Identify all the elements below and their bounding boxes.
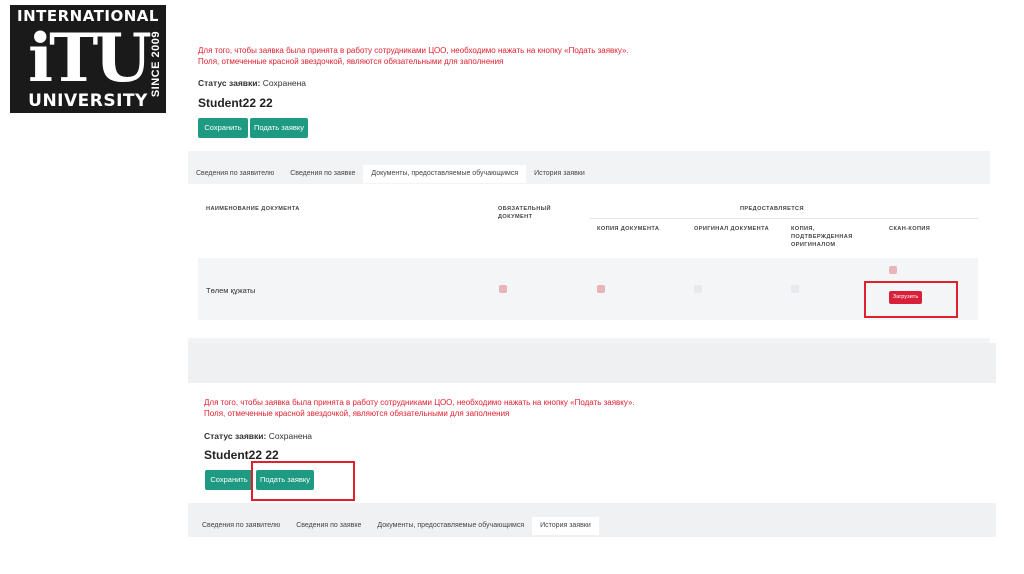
table-row (198, 258, 978, 320)
copy-checkbox[interactable] (597, 285, 605, 293)
save-button-bottom[interactable]: Сохранить (205, 470, 253, 490)
tab-documents-bottom[interactable]: Документы, предоставляемые обучающимся (369, 517, 532, 535)
university-logo: INTERNATIONAL iTU SINCE 2009 UNIVERSITY (10, 5, 166, 113)
logo-bottom-text: UNIVERSITY (28, 91, 148, 111)
tab-bar: Сведения по заявителю Сведения по заявке… (188, 165, 593, 183)
notice-line-2-bottom: Поля, отмеченные красной звездочкой, явл… (204, 409, 510, 418)
status-line: Статус заявки: Сохранена (198, 78, 306, 88)
header-copy: КОПИЯ ДОКУМЕНТА (597, 226, 660, 232)
notice-text-bottom: Для того, чтобы заявка была принята в ра… (204, 397, 635, 419)
certified-checkbox[interactable] (791, 285, 799, 293)
notice-line-2: Поля, отмеченные красной звездочкой, явл… (198, 57, 504, 66)
logo-since-text: SINCE 2009 (150, 31, 162, 98)
status-label-bottom: Статус заявки: (204, 431, 267, 441)
header-original: ОРИГИНАЛ ДОКУМЕНТА (694, 226, 770, 232)
submit-button[interactable]: Подать заявку (250, 118, 308, 138)
upload-highlight-frame (864, 281, 958, 318)
header-required: ОБЯЗАТЕЛЬНЫЙ ДОКУМЕНТ (498, 206, 551, 220)
notice-line-1-bottom: Для того, чтобы заявка была принята в ра… (204, 398, 635, 407)
tab-history[interactable]: История заявки (526, 165, 593, 183)
tab-bar-bottom: Сведения по заявителю Сведения по заявке… (194, 517, 599, 535)
header-certified-copy: КОПИЯ, ПОДТВЕРЖДЕННАЯ ОРИГИНАЛОМ (791, 226, 853, 248)
student-name: Student22 22 (198, 96, 273, 110)
save-button[interactable]: Сохранить (198, 118, 248, 138)
tab-application-info[interactable]: Сведения по заявке (282, 165, 363, 183)
student-name-bottom: Student22 22 (204, 448, 279, 462)
tab-applicant-info[interactable]: Сведения по заявителю (188, 165, 282, 183)
header-document-name: НАИМЕНОВАНИЕ ДОКУМЕНТА (206, 206, 300, 212)
tab-documents[interactable]: Документы, предоставляемые обучающимся (363, 165, 527, 183)
status-value-bottom: Сохранена (268, 431, 313, 441)
tab-applicant-info-bottom[interactable]: Сведения по заявителю (194, 517, 288, 535)
document-name-cell: Төлем құжаты (206, 286, 256, 295)
scan-checkbox[interactable] (889, 266, 897, 274)
logo-mark: iTU (28, 19, 152, 97)
header-provided: ПРЕДОСТАВЛЯЕТСЯ (740, 206, 804, 212)
notice-text: Для того, чтобы заявка была принята в ра… (198, 45, 629, 67)
status-line-bottom: Статус заявки: Сохранена (204, 431, 312, 441)
tab-application-info-bottom[interactable]: Сведения по заявке (288, 517, 369, 535)
submit-highlight-frame (251, 461, 355, 501)
header-divider (590, 218, 978, 219)
required-checkbox[interactable] (499, 285, 507, 293)
header-scan: СКАН-КОПИЯ (889, 226, 931, 232)
notice-line-1: Для того, чтобы заявка была принята в ра… (198, 46, 629, 55)
top-form-card: Для того, чтобы заявка была принята в ра… (188, 33, 990, 151)
status-value: Сохранена (262, 78, 307, 88)
bottom-panel-separator (188, 343, 996, 383)
tab-history-bottom[interactable]: История заявки (532, 517, 599, 535)
status-label: Статус заявки: (198, 78, 261, 88)
original-checkbox[interactable] (694, 285, 702, 293)
